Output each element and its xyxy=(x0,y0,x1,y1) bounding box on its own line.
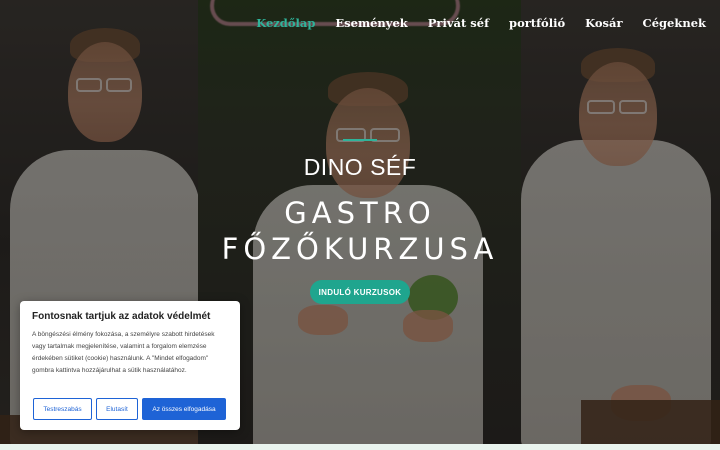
cookie-consent-banner: Fontosnak tartjuk az adatok védelmét A b… xyxy=(20,301,240,430)
nav-item-privat-sef[interactable]: Privát séf xyxy=(428,16,489,30)
customize-button[interactable]: Testreszabás xyxy=(33,398,92,420)
hero-accent-line xyxy=(343,139,377,141)
main-nav: Kezdőlap Események Privát séf portfólió … xyxy=(256,16,706,30)
nav-item-cegeknek[interactable]: Cégeknek xyxy=(643,16,706,30)
courses-button[interactable]: INDULÓ KURZUSOK xyxy=(310,280,410,304)
nav-item-esemenyek[interactable]: Események xyxy=(335,16,407,30)
reject-button[interactable]: Elutasít xyxy=(96,398,138,420)
cookie-title: Fontosnak tartjuk az adatok védelmét xyxy=(32,311,211,322)
hero-title-line2: FŐZŐKURZUSA xyxy=(221,232,499,266)
page-bottom-strip xyxy=(0,444,720,450)
accept-all-button[interactable]: Az összes elfogadása xyxy=(142,398,226,420)
hero-title-line1: GASTRO xyxy=(284,196,436,230)
nav-item-kosar[interactable]: Kosár xyxy=(585,16,622,30)
cookie-buttons: Testreszabás Elutasít Az összes elfogadá… xyxy=(33,398,226,420)
cookie-text: A böngészési élmény fokozása, a személyr… xyxy=(32,331,215,374)
nav-item-portfolio[interactable]: portfólió xyxy=(509,16,565,30)
hero-subtitle: DINO SÉF xyxy=(303,154,417,180)
nav-item-kezdolap[interactable]: Kezdőlap xyxy=(256,16,315,30)
